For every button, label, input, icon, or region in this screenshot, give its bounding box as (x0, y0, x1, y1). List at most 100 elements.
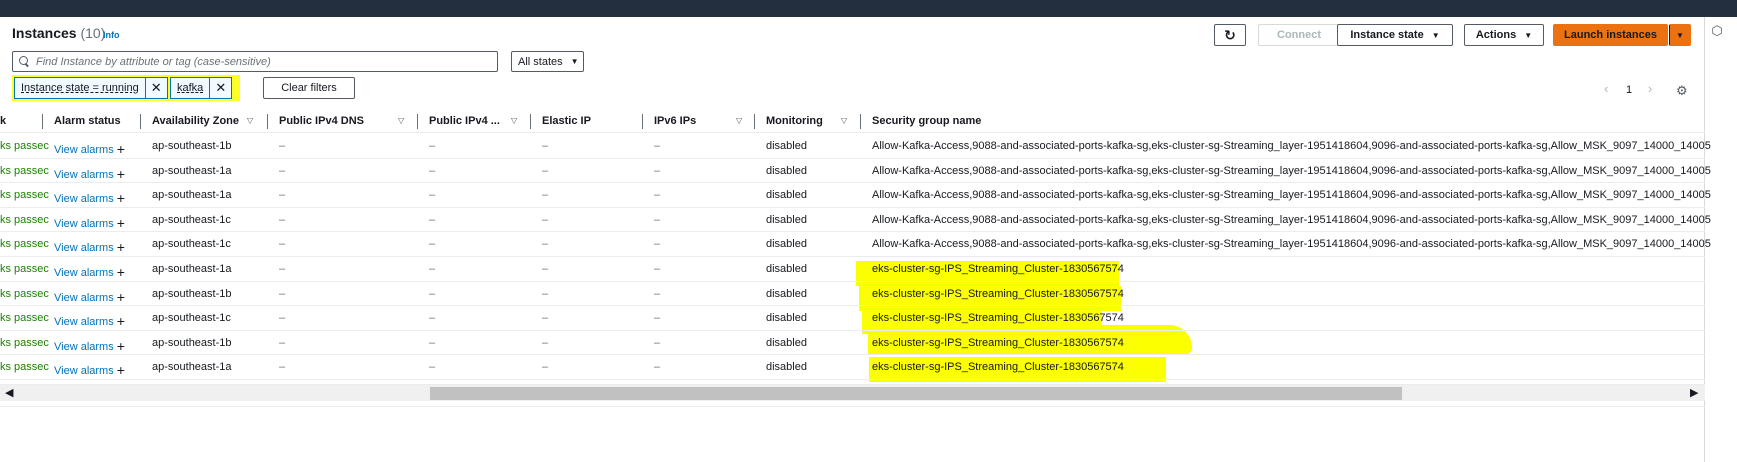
view-alarms-link-text[interactable]: View alarms (54, 341, 114, 353)
view-alarms-link-text[interactable]: View alarms (54, 218, 114, 230)
monitoring-cell: disabled (766, 361, 807, 373)
security-group-cell: eks-cluster-sg-IPS_Streaming_Cluster-183… (872, 361, 1124, 373)
column-divider[interactable] (530, 114, 531, 129)
table-row[interactable]: ks passec View alarms + ap-southeast-1c – – – –… (0, 306, 1705, 331)
sort-icon[interactable]: ▽ (398, 116, 404, 125)
column-header-security-group[interactable]: Security group name (872, 115, 981, 127)
elastic-ip-cell: – (542, 189, 548, 201)
table-row[interactable]: ks passec View alarms + ap-southeast-1a – – – –… (0, 183, 1711, 208)
search-input[interactable]: Find Instance by attribute or tag (case-… (12, 51, 498, 72)
table-row[interactable]: ks passec View alarms + ap-southeast-1b – – – –… (0, 134, 1711, 159)
instance-state-button[interactable]: Instance state ▼ (1337, 24, 1453, 46)
search-placeholder: Find Instance by attribute or tag (case-… (36, 55, 271, 68)
plus-icon[interactable]: + (117, 141, 125, 157)
column-divider[interactable] (267, 114, 268, 129)
table-row[interactable]: ks passec View alarms + ap-southeast-1a – – – –… (0, 355, 1705, 380)
plus-icon[interactable]: + (117, 166, 125, 182)
column-header-ipv4[interactable]: Public IPv4 ... (429, 115, 500, 127)
column-header-az[interactable]: Availability Zone (152, 115, 239, 127)
scroll-left-icon[interactable]: ◀ (5, 386, 13, 399)
column-header-ipv6[interactable]: IPv6 IPs (654, 115, 696, 127)
column-divider[interactable] (642, 114, 643, 129)
view-alarms-link-text[interactable]: View alarms (54, 292, 114, 304)
view-alarms-link[interactable]: View alarms + (54, 337, 125, 354)
connect-button[interactable]: Connect (1258, 24, 1340, 46)
filter-token-state[interactable]: Instance state = running ✕ (14, 77, 168, 99)
filter-token-kafka[interactable]: kafka ✕ (170, 77, 233, 99)
page-number[interactable]: 1 (1626, 84, 1632, 96)
column-divider[interactable] (860, 114, 861, 129)
monitoring-cell: disabled (766, 312, 807, 324)
column-divider[interactable] (754, 114, 755, 129)
prev-page-icon[interactable]: ‹ (1604, 81, 1608, 96)
view-alarms-link-text[interactable]: View alarms (54, 267, 114, 279)
view-alarms-link[interactable]: View alarms + (54, 189, 125, 206)
states-select[interactable]: All states ▼ (511, 51, 584, 72)
column-divider[interactable] (417, 114, 418, 129)
column-divider[interactable] (42, 114, 43, 129)
column-header-eip[interactable]: Elastic IP (542, 115, 591, 127)
table-row[interactable]: ks passec View alarms + ap-southeast-1b – – – –… (0, 282, 1705, 307)
plus-icon[interactable]: + (117, 190, 125, 206)
plus-icon[interactable]: + (117, 264, 125, 280)
view-alarms-link[interactable]: View alarms + (54, 288, 125, 305)
sort-icon[interactable]: ▽ (511, 116, 517, 125)
info-link[interactable]: Info (103, 30, 120, 40)
public-dns-cell: – (279, 288, 285, 300)
plus-icon[interactable]: + (117, 239, 125, 255)
table-row[interactable]: ks passec View alarms + ap-southeast-1c – – – –… (0, 208, 1711, 233)
view-alarms-link[interactable]: View alarms + (54, 263, 125, 280)
view-alarms-link-text[interactable]: View alarms (54, 193, 114, 205)
launch-dropdown-button[interactable]: ▼ (1669, 24, 1691, 46)
plus-icon[interactable]: + (117, 289, 125, 305)
help-panel-icon[interactable]: ⬡ (1710, 24, 1724, 38)
view-alarms-link-text[interactable]: View alarms (54, 242, 114, 254)
view-alarms-link-text[interactable]: View alarms (54, 365, 114, 377)
az-cell-text: ap-southeast-1b (152, 140, 232, 152)
scroll-right-icon[interactable]: ▶ (1690, 386, 1698, 399)
plus-icon[interactable]: + (117, 362, 125, 378)
ipv6-cell-text: – (654, 213, 661, 226)
next-page-icon[interactable]: › (1648, 81, 1652, 96)
table-row[interactable]: ks passec View alarms + ap-southeast-1a – – – –… (0, 159, 1711, 184)
view-alarms-link[interactable]: View alarms + (54, 238, 125, 255)
column-header-monitoring[interactable]: Monitoring (766, 115, 823, 127)
table-row[interactable]: ks passec View alarms + ap-southeast-1b – – – –… (0, 331, 1705, 356)
column-divider[interactable] (140, 114, 141, 129)
sort-icon[interactable]: ▽ (247, 116, 253, 125)
sort-icon[interactable]: ▽ (736, 116, 742, 125)
gear-icon[interactable]: ⚙ (1676, 83, 1688, 99)
view-alarms-link[interactable]: View alarms + (54, 140, 125, 157)
view-alarms-link-text[interactable]: View alarms (54, 144, 114, 156)
status-check-cell: ks passec (0, 312, 49, 324)
refresh-button[interactable]: ↻ (1214, 24, 1246, 46)
view-alarms-link-text[interactable]: View alarms (54, 169, 114, 181)
status-check-cell: ks passec (0, 165, 49, 177)
close-icon[interactable]: ✕ (209, 78, 231, 98)
horizontal-scrollbar[interactable]: ◀ ▶ (0, 384, 1705, 401)
launch-instances-button[interactable]: Launch instances (1553, 24, 1668, 46)
plus-icon[interactable]: + (117, 313, 125, 329)
status-check-cell-text: ks passec (0, 336, 49, 349)
plus-icon[interactable]: + (117, 338, 125, 354)
plus-icon[interactable]: + (117, 215, 125, 231)
sort-icon[interactable]: ▽ (841, 116, 847, 125)
ipv6-cell: – (654, 238, 660, 250)
scrollbar-thumb[interactable] (430, 387, 1402, 400)
view-alarms-link-text[interactable]: View alarms (54, 316, 114, 328)
table-row[interactable]: ks passec View alarms + ap-southeast-1c – – – –… (0, 232, 1711, 257)
table-row[interactable]: ks passec View alarms + ap-southeast-1a – – – –… (0, 257, 1705, 282)
actions-button[interactable]: Actions ▼ (1464, 24, 1544, 46)
monitoring-cell-text: disabled (766, 263, 807, 275)
view-alarms-link[interactable]: View alarms + (54, 165, 125, 182)
ipv6-cell: – (654, 337, 660, 349)
view-alarms-link[interactable]: View alarms + (54, 361, 125, 378)
column-header-alarm[interactable]: Alarm status (54, 115, 121, 127)
column-header-dns[interactable]: Public IPv4 DNS (279, 115, 364, 127)
view-alarms-link[interactable]: View alarms + (54, 312, 125, 329)
clear-filters-button[interactable]: Clear filters (263, 77, 355, 99)
close-icon[interactable]: ✕ (144, 78, 167, 98)
view-alarms-link[interactable]: View alarms + (54, 214, 125, 231)
az-cell: ap-southeast-1a (152, 361, 232, 373)
ipv6-cell-text: – (654, 361, 661, 374)
